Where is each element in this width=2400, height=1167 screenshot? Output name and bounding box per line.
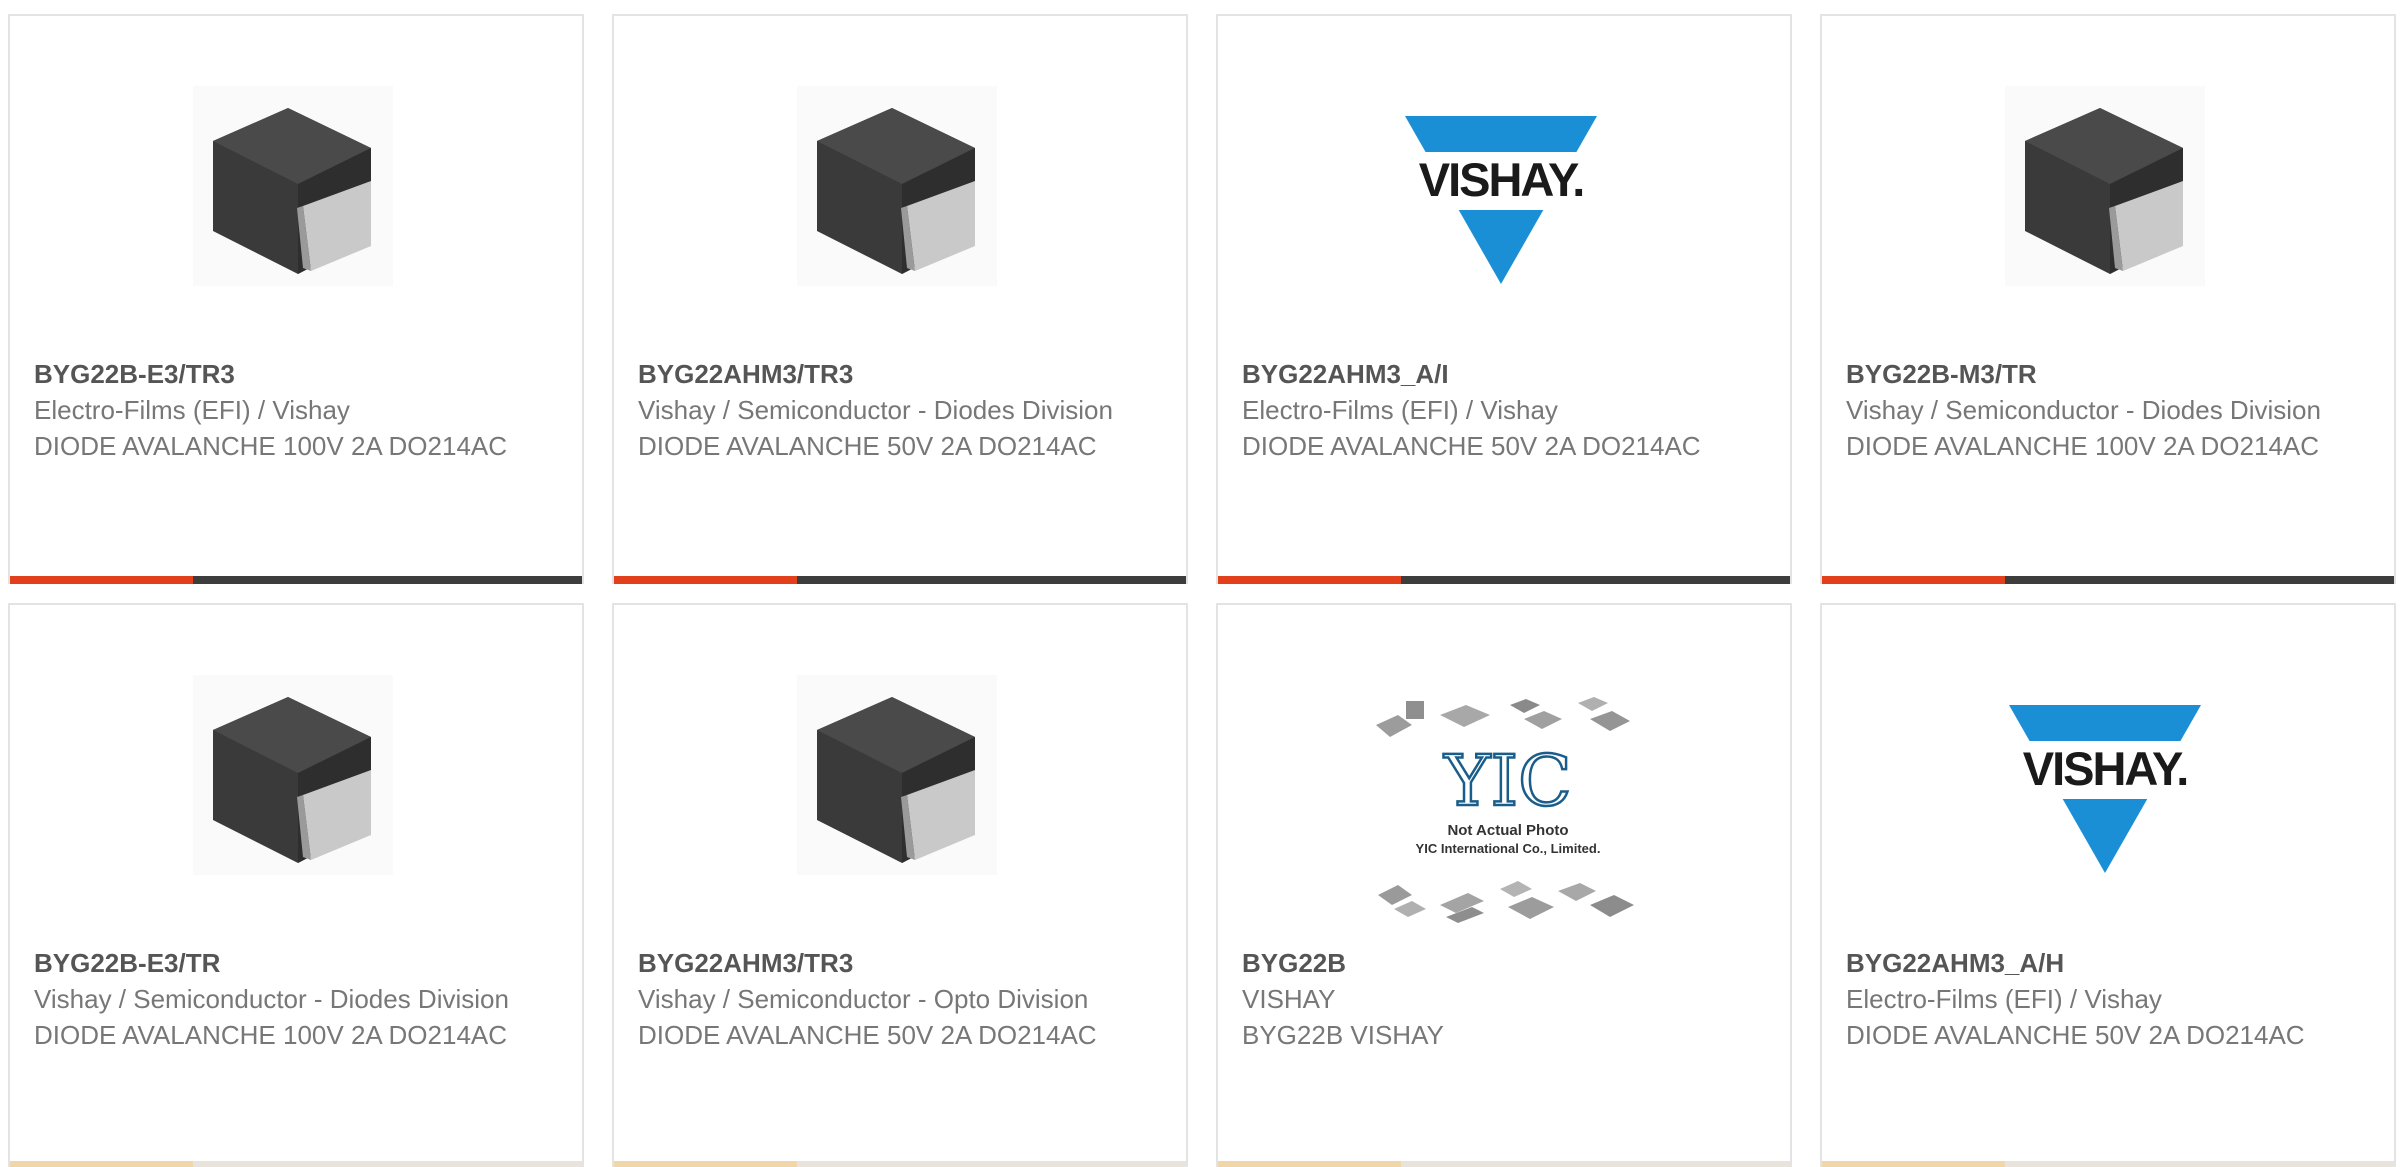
description: DIODE AVALANCHE 50V 2A DO214AC [1846,1020,2305,1050]
vishay-logo-icon: VISHAY. [2005,705,2205,873]
description: DIODE AVALANCHE 100V 2A DO214AC [34,431,508,461]
yic-logo-text: YIC [1443,740,1571,822]
progress-fill [614,1161,798,1167]
product-card[interactable]: BYG22B-E3/TR Vishay / Semiconductor - Di… [8,603,584,1167]
progress-bar [10,1161,582,1167]
product-card[interactable]: BYG22AHM3/TR3 Vishay / Semiconductor - D… [612,14,1188,584]
description: DIODE AVALANCHE 50V 2A DO214AC [638,1020,1097,1050]
progress-bar [1218,576,1790,584]
product-card[interactable]: BYG22B-M3/TR Vishay / Semiconductor - Di… [1820,14,2396,584]
part-number[interactable]: BYG22AHM3/TR3 [638,945,1158,981]
smd-diode-icon [797,86,997,286]
yic-company-text: YIC International Co., Limited. [1416,841,1601,856]
part-number[interactable]: BYG22AHM3/TR3 [638,356,1158,392]
part-number[interactable]: BYG22B-E3/TR3 [34,356,554,392]
manufacturer: Electro-Films (EFI) / Vishay [1846,984,2162,1014]
vishay-logo-text: VISHAY. [1419,153,1584,206]
progress-fill [1822,1161,2006,1167]
progress-bar [614,576,1186,584]
smd-diode-icon [193,86,393,286]
description: DIODE AVALANCHE 50V 2A DO214AC [638,431,1097,461]
smd-diode-icon [193,675,393,875]
manufacturer: Vishay / Semiconductor - Diodes Division [34,984,509,1014]
product-image[interactable] [193,675,393,875]
product-image[interactable] [797,86,997,286]
description: DIODE AVALANCHE 50V 2A DO214AC [1242,431,1701,461]
part-number[interactable]: BYG22B-E3/TR [34,945,554,981]
description: BYG22B VISHAY [1242,1020,1444,1050]
not-actual-photo-text: Not Actual Photo [1447,822,1568,839]
manufacturer: Electro-Films (EFI) / Vishay [1242,395,1558,425]
progress-bar [1822,576,2394,584]
progress-fill [10,576,194,584]
manufacturer: VISHAY [1242,984,1336,1014]
manufacturer: Vishay / Semiconductor - Opto Division [638,984,1089,1014]
smd-diode-icon [2005,86,2205,286]
product-card[interactable]: YIC Not Actual Photo YIC International C… [1216,603,1792,1167]
progress-bar [1218,1161,1790,1167]
part-number[interactable]: BYG22B-M3/TR [1846,356,2366,392]
smd-diode-icon [797,675,997,875]
product-image[interactable]: YIC Not Actual Photo YIC International C… [1368,685,1648,925]
description: DIODE AVALANCHE 100V 2A DO214AC [1846,431,2320,461]
yic-placeholder-icon: YIC Not Actual Photo YIC International C… [1376,697,1634,923]
progress-bar [1822,1161,2394,1167]
description: DIODE AVALANCHE 100V 2A DO214AC [34,1020,508,1050]
product-image[interactable] [193,86,393,286]
progress-fill [614,576,798,584]
progress-bar [10,576,582,584]
product-image[interactable] [797,675,997,875]
progress-fill [1822,576,2006,584]
progress-fill [1218,1161,1402,1167]
manufacturer: Vishay / Semiconductor - Diodes Division [638,395,1113,425]
product-card[interactable]: BYG22B-E3/TR3 Electro-Films (EFI) / Vish… [8,14,584,584]
product-card[interactable]: VISHAY. BYG22AHM3_A/H Electro-Films (EFI… [1820,603,2396,1167]
product-image[interactable] [2005,86,2205,286]
progress-fill [1218,576,1402,584]
part-number[interactable]: BYG22B [1242,945,1762,981]
product-image[interactable]: VISHAY. [1401,86,1601,286]
progress-bar [614,1161,1186,1167]
product-card[interactable]: VISHAY. BYG22AHM3_A/I Electro-Films (EFI… [1216,14,1792,584]
product-grid: BYG22B-E3/TR3 Electro-Films (EFI) / Vish… [0,0,2400,1167]
product-image[interactable]: VISHAY. [2005,675,2205,875]
manufacturer: Electro-Films (EFI) / Vishay [34,395,350,425]
part-number[interactable]: BYG22AHM3_A/I [1242,356,1762,392]
progress-fill [10,1161,194,1167]
product-card[interactable]: BYG22AHM3/TR3 Vishay / Semiconductor - O… [612,603,1188,1167]
part-number[interactable]: BYG22AHM3_A/H [1846,945,2366,981]
vishay-logo-icon: VISHAY. [1401,116,1601,284]
manufacturer: Vishay / Semiconductor - Diodes Division [1846,395,2321,425]
vishay-logo-text: VISHAY. [2023,742,2188,795]
